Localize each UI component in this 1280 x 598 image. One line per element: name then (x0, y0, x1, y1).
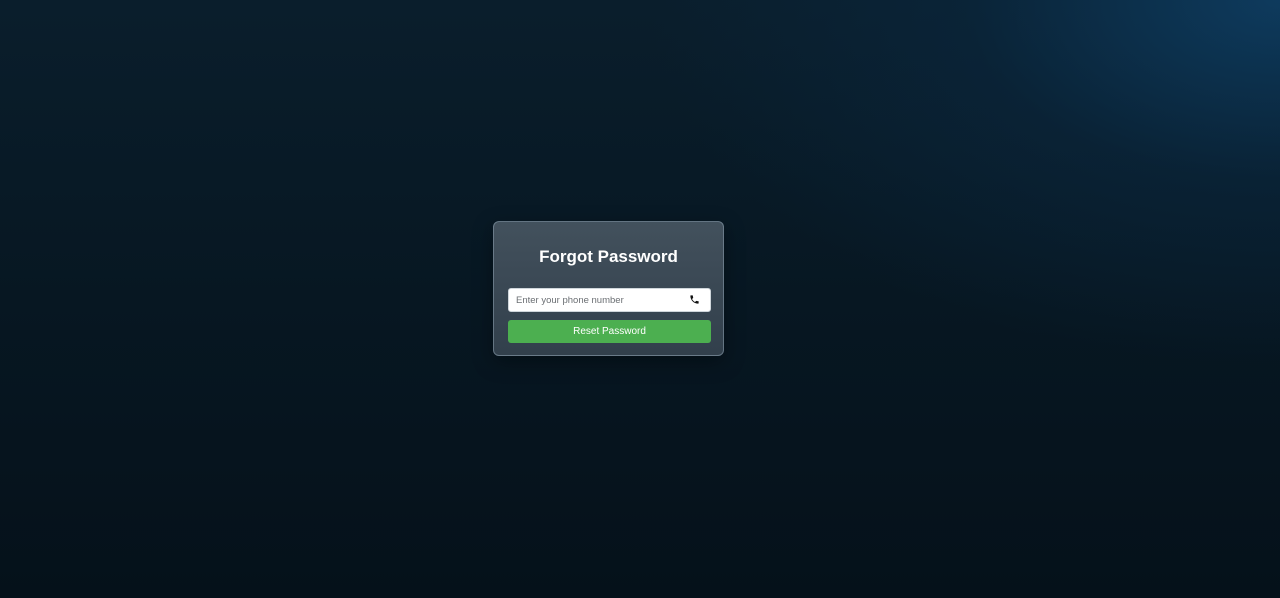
phone-field-wrapper (508, 288, 711, 312)
phone-number-input[interactable] (509, 289, 679, 311)
phone-icon (690, 295, 699, 304)
forgot-password-card: Forgot Password Reset Password (493, 221, 724, 356)
page-title: Forgot Password (539, 247, 678, 266)
reset-password-button[interactable]: Reset Password (508, 320, 711, 343)
